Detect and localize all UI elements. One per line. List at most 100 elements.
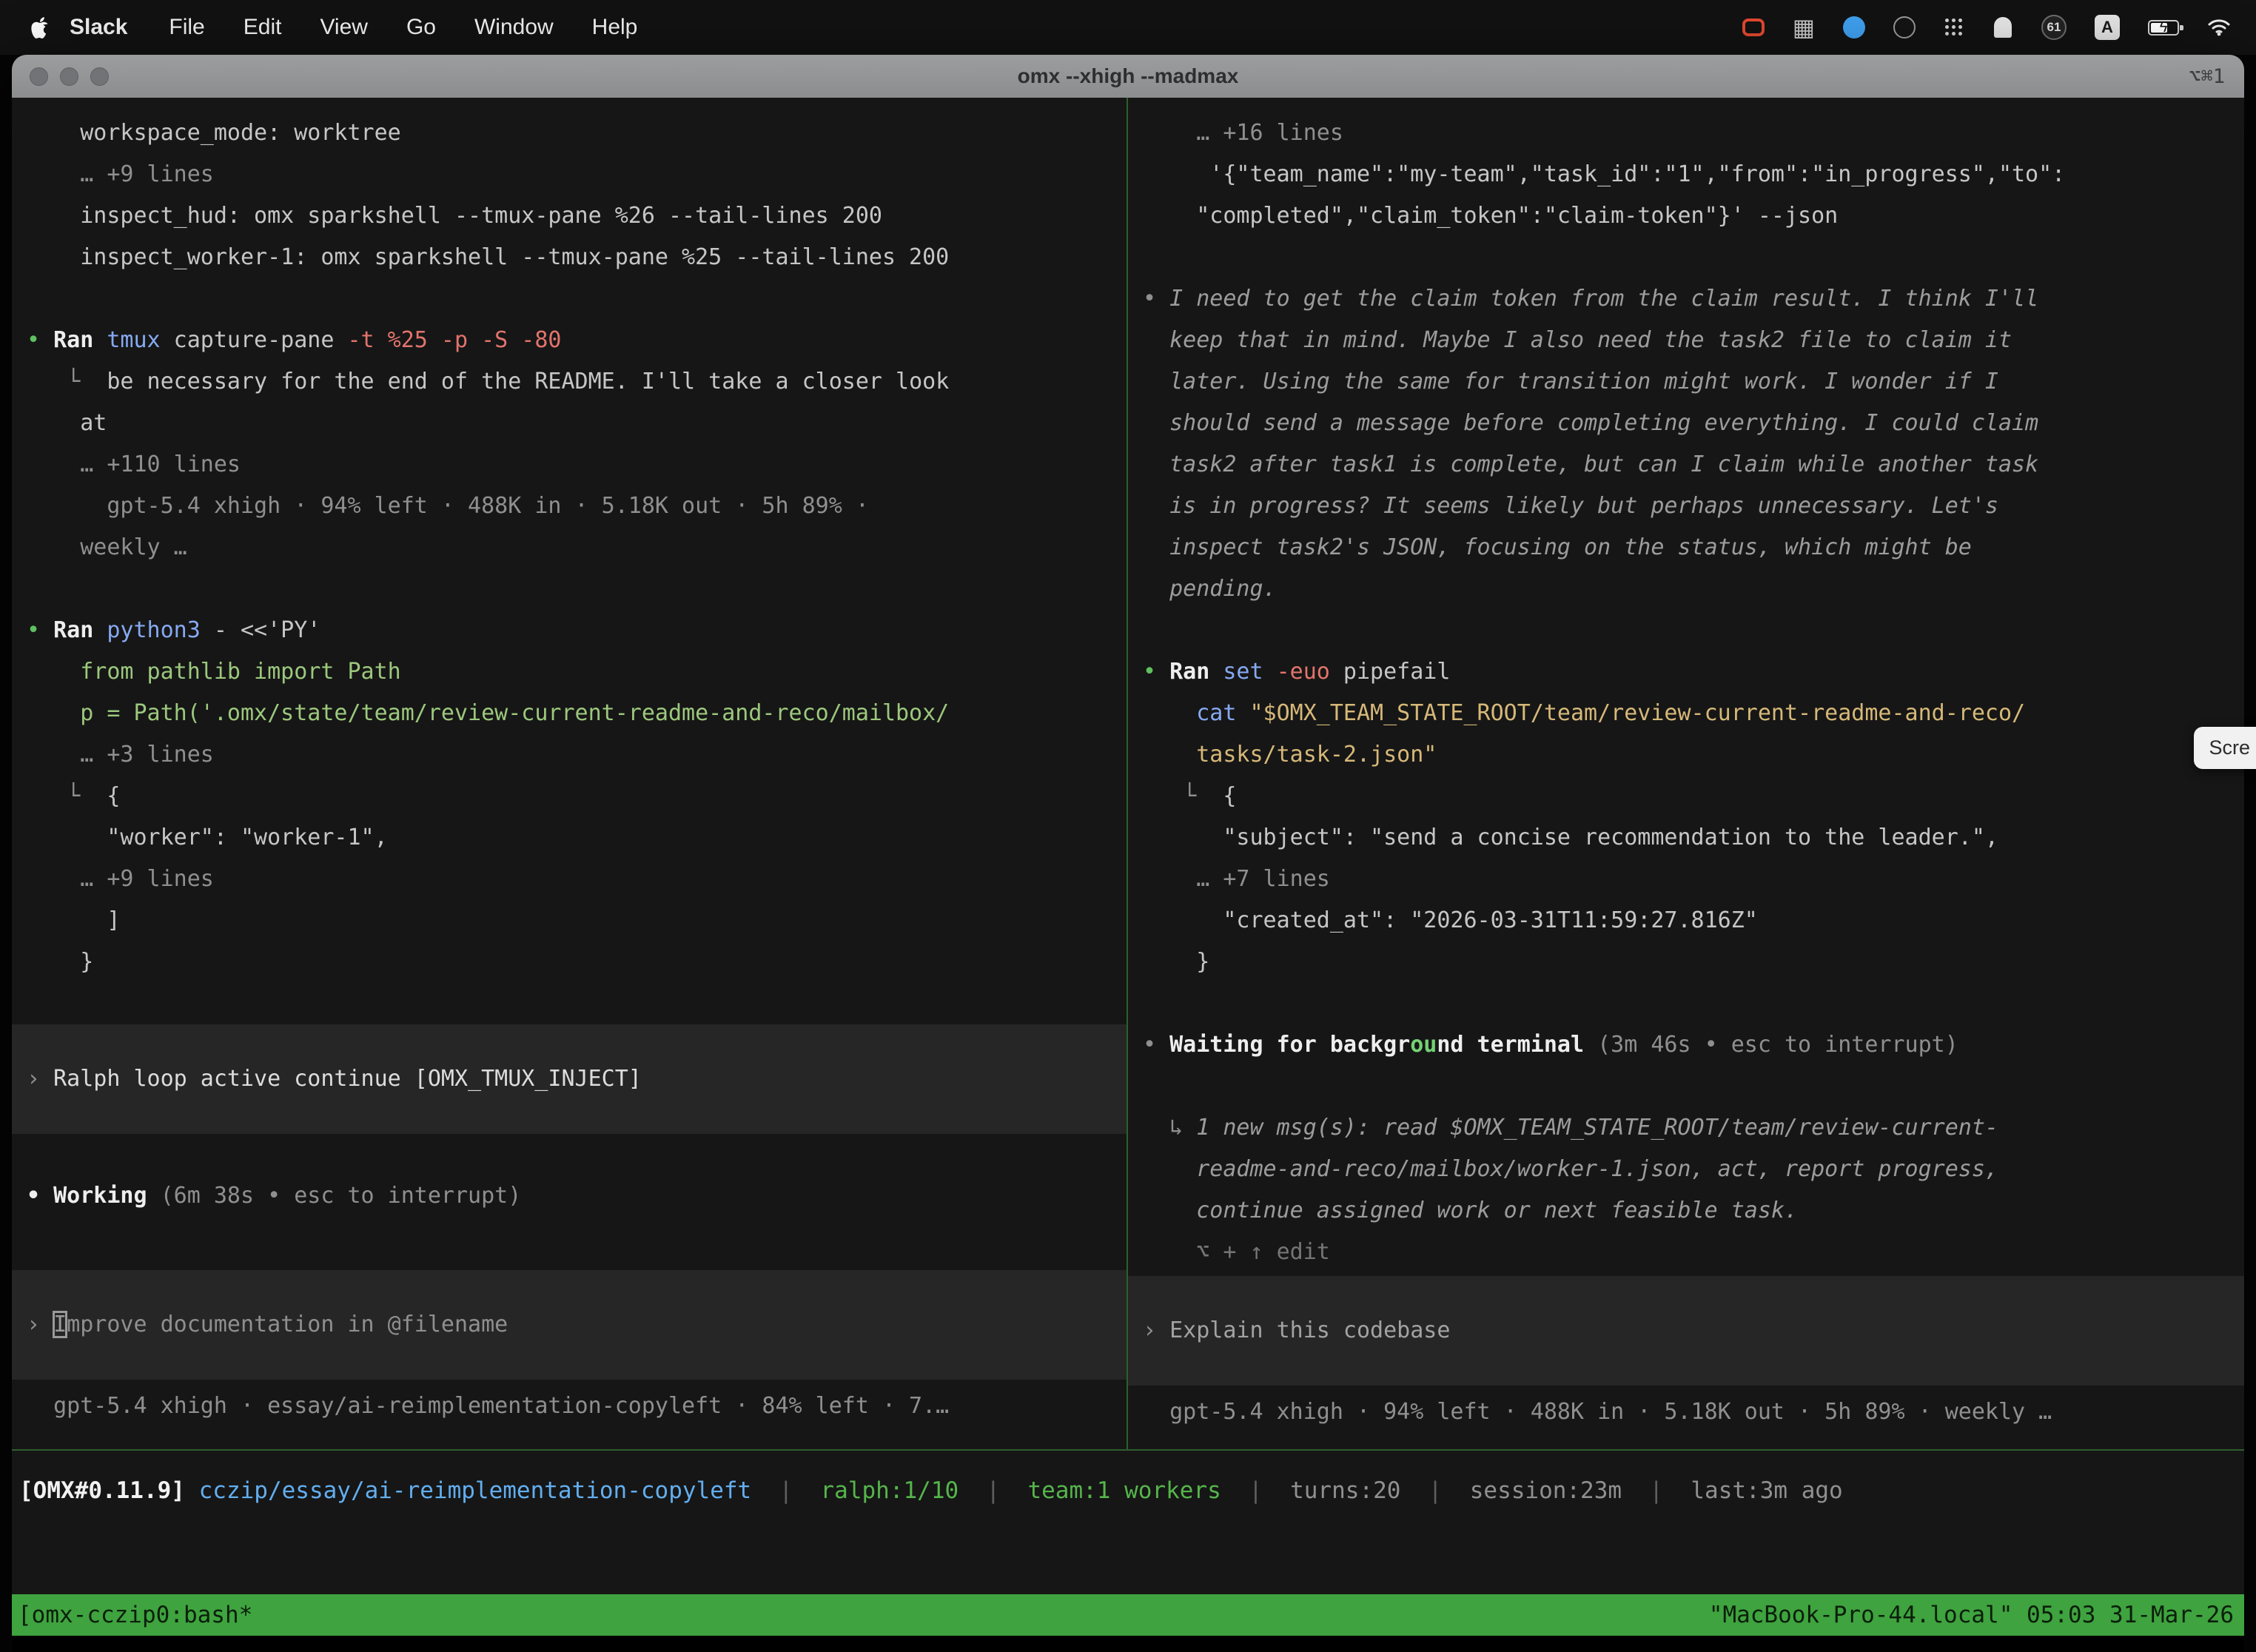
ralph-loop-banner: › Ralph loop active continue [OMX_TMUX_I…	[12, 1024, 1127, 1134]
text-segment: └	[27, 783, 107, 809]
text-segment: Ran	[53, 327, 107, 353]
count-badge-icon[interactable]: 61	[2041, 15, 2067, 40]
menu-item-window[interactable]: Window	[455, 15, 573, 40]
text-segment: I	[53, 1312, 67, 1337]
text-segment: last:3m ago	[1691, 1477, 1842, 1504]
ran-cat-task-block: "subject": "send a concise recommendatio…	[1143, 817, 2244, 859]
command-tail-lines: "completed","claim_token":"claim-token"}…	[1143, 195, 2244, 237]
wifi-icon[interactable]	[2207, 13, 2231, 42]
menu-bar: Slack FileEditViewGoWindowHelp ▦ 61 A ϟ	[0, 0, 2256, 55]
text-segment: "completed","claim_token":"claim-token"}…	[1143, 203, 1838, 229]
spacer	[1143, 983, 2244, 1024]
text-segment: I need to get the claim token from the c…	[1169, 286, 2038, 312]
text-segment: •	[1143, 1032, 1169, 1058]
ghost-app-icon[interactable]	[1993, 13, 2013, 42]
window-title-bar[interactable]: omx --xhigh --madmax ⌥⌘1	[12, 55, 2244, 98]
text-segment: gpt-5.4 xhigh · 94% left · 488K in · 5.1…	[27, 493, 869, 519]
text-segment: continue assigned work or next feasible …	[1143, 1198, 1798, 1223]
menu-bar-status-icons: ▦ 61 A ϟ	[1742, 13, 2231, 42]
text-segment: "subject": "send a concise recommendatio…	[1143, 825, 1998, 850]
frontmost-app-menu[interactable]: Slack	[70, 15, 127, 40]
text-segment: workspace_mode: worktree	[27, 120, 401, 146]
widget-grid-icon[interactable]: ▦	[1793, 13, 1815, 42]
spacer	[27, 1134, 1127, 1175]
ran-python-block: "worker": "worker-1",	[27, 817, 1127, 859]
mailbox-message-block: ⌥ + ↑ edit	[1143, 1232, 2244, 1273]
close-window-button[interactable]	[30, 67, 48, 86]
text-segment	[1263, 659, 1277, 685]
text-segment: •	[27, 327, 53, 353]
terminal-window: omx --xhigh --madmax ⌥⌘1 workspace_mode:…	[12, 55, 2244, 1652]
text-segment: |	[751, 1477, 820, 1504]
text-segment: └	[1143, 783, 1223, 809]
text-segment: "worker": "worker-1",	[27, 825, 388, 850]
text-segment: [OMX#0.11.9]	[19, 1477, 185, 1504]
spacer	[27, 983, 1127, 1024]
charging-bolt-icon: ϟ	[2149, 19, 2178, 36]
prompt-suggestion-band[interactable]: › Explain this codebase	[1128, 1276, 2244, 1386]
text-segment: team:1 workers	[1027, 1477, 1221, 1504]
text-segment: later. Using the same for transition mig…	[1143, 369, 1998, 394]
text-segment: be necessary for the end of the README. …	[107, 369, 949, 394]
text-segment: {	[1223, 783, 1236, 809]
right-pane[interactable]: … +16 lines '{"team_name":"my-team","tas…	[1128, 98, 2244, 1449]
text-segment: {	[107, 783, 120, 809]
text-segment: tmux	[107, 327, 160, 353]
left-pane[interactable]: workspace_mode: worktree … +9 lines insp…	[12, 98, 1128, 1449]
ran-cat-task-block: • Ran set -euo pipefail	[1143, 651, 2244, 693]
ran-tmux-capture-block: └ be necessary for the end of the README…	[27, 361, 1127, 403]
dark-circle-app-icon[interactable]	[1893, 13, 1916, 42]
thinking-block: should send a message before completing …	[1143, 403, 2244, 444]
text-segment	[1143, 742, 1196, 768]
spacer	[1143, 610, 2244, 651]
menu-item-help[interactable]: Help	[573, 15, 657, 40]
screenshot-tooltip[interactable]: Scre	[2194, 727, 2256, 769]
ran-tmux-capture-block: • Ran tmux capture-pane -t %25 -p -S -80	[27, 320, 1127, 361]
thinking-block: pending.	[1143, 568, 2244, 610]
text-segment: |	[1400, 1477, 1469, 1504]
ran-python-block: }	[27, 941, 1127, 983]
input-source-icon[interactable]: A	[2095, 15, 2120, 40]
ran-tmux-capture-block: gpt-5.4 xhigh · 94% left · 488K in · 5.1…	[27, 486, 1127, 527]
text-segment: •	[27, 1183, 53, 1209]
minimize-window-button[interactable]	[60, 67, 78, 86]
text-segment: at	[27, 410, 107, 436]
prompt-input-band[interactable]: › Improve documentation in @filename	[12, 1270, 1127, 1380]
app-grid-icon[interactable]	[1944, 17, 1964, 38]
zoom-window-button[interactable]	[90, 67, 109, 86]
menu-item-file[interactable]: File	[150, 15, 224, 40]
battery-charging-icon[interactable]: ϟ	[2148, 13, 2179, 42]
apple-menu-icon[interactable]	[31, 16, 50, 38]
text-segment: "created_at": "2026-03-31T11:59:27.816Z"	[1143, 907, 1758, 933]
text-segment: -t %25 -p -S -80	[348, 327, 562, 353]
text-segment: ]	[27, 907, 120, 933]
ran-python-block: … +9 lines	[27, 859, 1127, 900]
text-segment: cczip/essay/ai-reimplementation-copyleft	[199, 1477, 752, 1504]
text-segment: set	[1223, 659, 1263, 685]
mailbox-message-block: continue assigned work or next feasible …	[1143, 1190, 2244, 1232]
command-tail-lines: … +16 lines	[1143, 113, 2244, 154]
text-segment: is in progress? It seems likely but perh…	[1143, 493, 1998, 519]
ran-tmux-capture-block: … +110 lines	[27, 444, 1127, 486]
text-segment: Explain this codebase	[1169, 1317, 1450, 1343]
menu-item-go[interactable]: Go	[387, 15, 455, 40]
blue-app-icon[interactable]	[1843, 13, 1865, 42]
tmux-session-label[interactable]: [omx-cczip0:bash*	[18, 1594, 252, 1636]
tmux-panes: workspace_mode: worktree … +9 lines insp…	[12, 98, 2244, 1451]
mailbox-message-block: ↳ 1 new msg(s): read $OMX_TEAM_STATE_ROO…	[1143, 1107, 2244, 1149]
waiting-status-line: • Waiting for background terminal (3m 46…	[1143, 1024, 2244, 1066]
working-status-line: • Working (6m 38s • esc to interrupt)	[27, 1175, 1127, 1217]
text-segment: •	[1143, 659, 1169, 685]
menu-item-view[interactable]: View	[301, 15, 386, 40]
text-segment: python3	[107, 617, 200, 643]
screen-recording-indicator-icon[interactable]	[1742, 13, 1765, 42]
ran-python-block: … +3 lines	[27, 734, 1127, 776]
menu-item-edit[interactable]: Edit	[224, 15, 301, 40]
text-segment: }	[27, 949, 93, 975]
text-segment: gpt-5.4 xhigh · essay/ai-reimplementatio…	[27, 1393, 949, 1419]
ran-cat-task-block: cat "$OMX_TEAM_STATE_ROOT/team/review-cu…	[1143, 693, 2244, 734]
thinking-block: later. Using the same for transition mig…	[1143, 361, 2244, 403]
text-segment: gpt-5.4 xhigh · 94% left · 488K in · 5.1…	[1143, 1399, 2052, 1425]
ran-tmux-capture-block: at	[27, 403, 1127, 444]
spacer	[27, 1380, 1127, 1386]
